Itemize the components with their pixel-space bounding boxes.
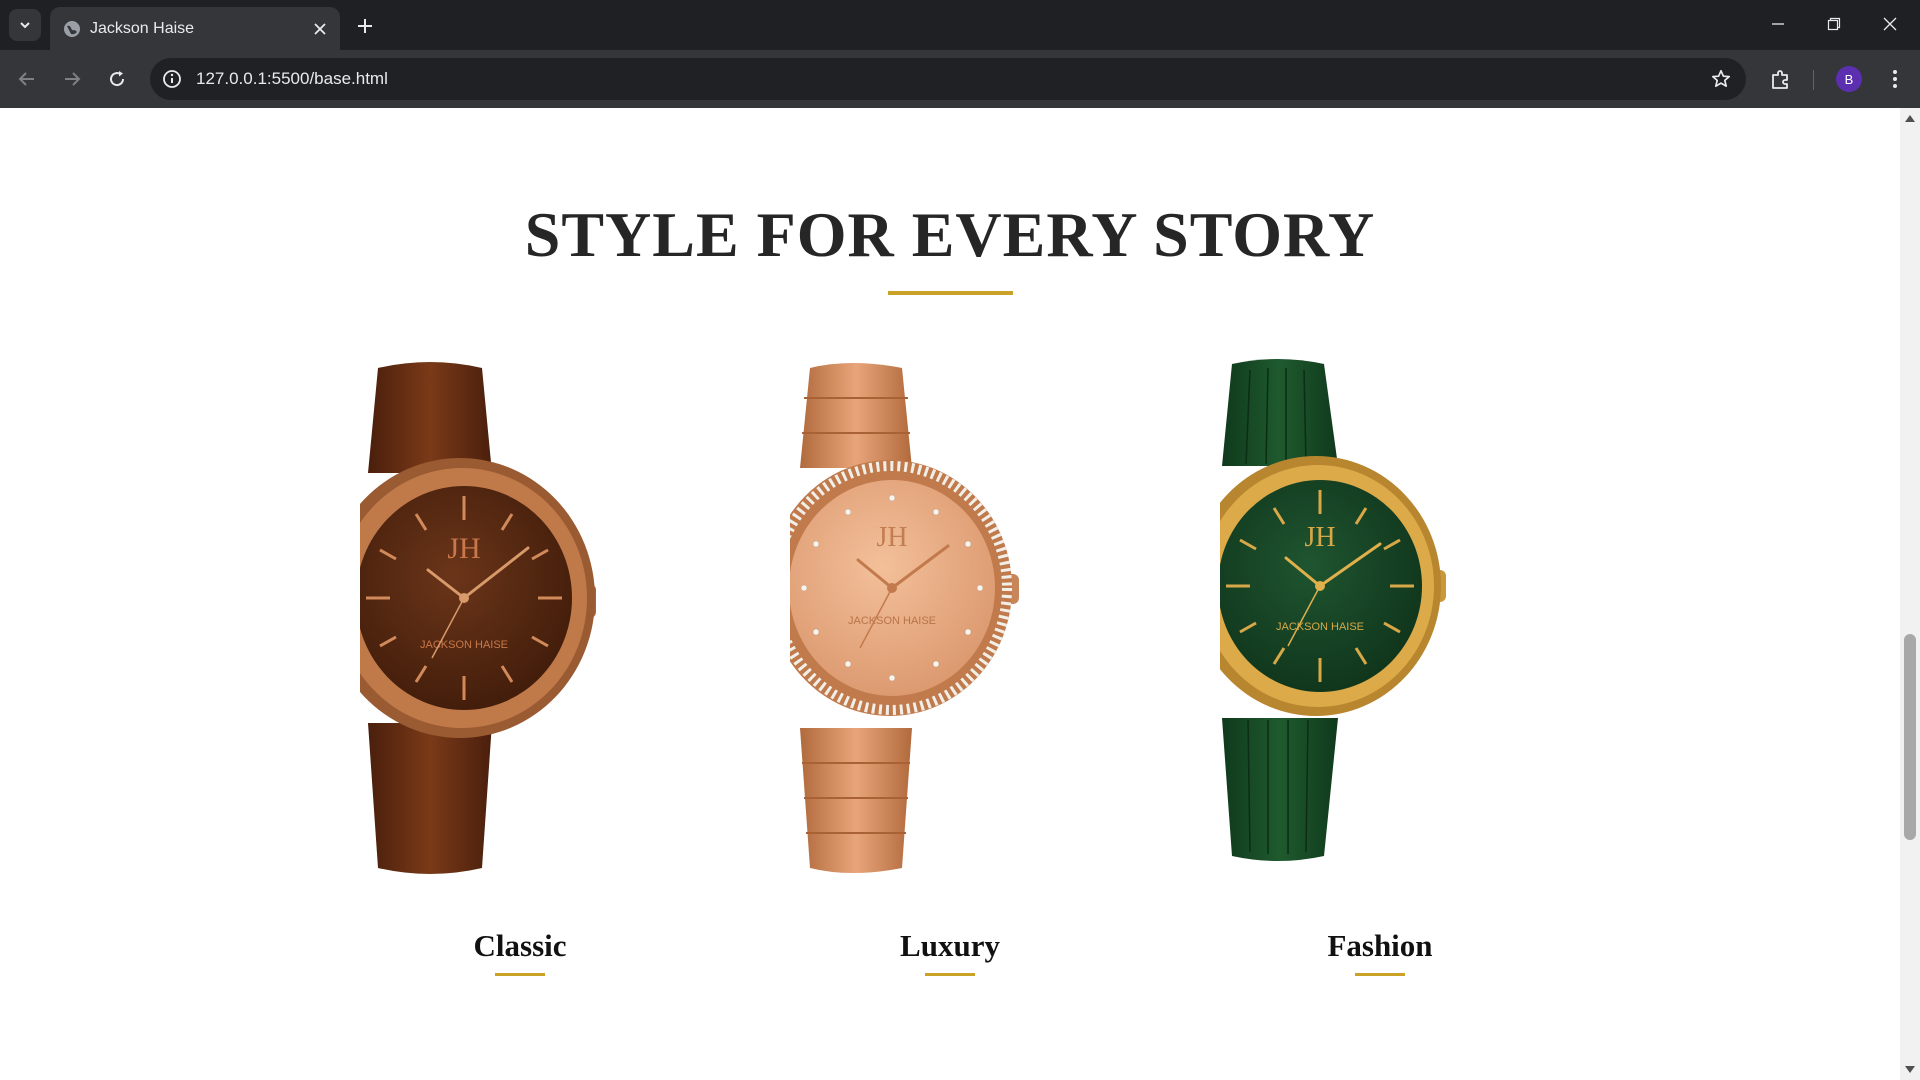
title-underline (888, 291, 1013, 295)
classic-watch-image[interactable]: JH JACKSON HAISE (360, 348, 680, 888)
scroll-down-arrow[interactable] (1905, 1066, 1915, 1073)
classic-dial-brand: JACKSON HAISE (420, 639, 508, 651)
puzzle-icon (1772, 70, 1788, 89)
arrow-right-icon (65, 72, 81, 86)
reload-icon (110, 71, 125, 87)
collection-card-luxury[interactable]: JH JACKSON HAISE Luxury (790, 348, 1110, 1080)
collection-label-fashion[interactable]: Fashion (1220, 928, 1540, 964)
browser-toolbar: 127.0.0.1:5500/base.html (0, 50, 1920, 108)
info-icon (163, 70, 181, 88)
tab-close-button[interactable] (310, 19, 330, 39)
close-window-button[interactable] (1862, 0, 1918, 48)
close-icon (1883, 17, 1897, 31)
collection-underline-luxury (925, 973, 975, 976)
bookmark-button[interactable] (1710, 68, 1732, 90)
forward-button[interactable] (57, 64, 87, 94)
toolbar-divider (1813, 70, 1814, 90)
tab-search-button[interactable] (9, 9, 41, 41)
luxury-dial-brand: JACKSON HAISE (848, 615, 936, 627)
scroll-up-arrow[interactable] (1905, 115, 1915, 122)
browser-menu-button[interactable] (1880, 64, 1910, 94)
star-icon (1711, 69, 1731, 88)
collection-underline-classic (495, 973, 545, 976)
restore-button[interactable] (1806, 0, 1862, 48)
profile-avatar[interactable]: B (1836, 66, 1862, 92)
classic-dial-logo: JH (447, 532, 480, 565)
tab-title: Jackson Haise (90, 20, 195, 37)
scrollbar-thumb[interactable] (1904, 634, 1916, 840)
fashion-dial-brand: JACKSON HAISE (1276, 621, 1364, 633)
section-title: STYLE FOR EVERY STORY (524, 199, 1376, 270)
new-tab-button[interactable] (352, 13, 378, 39)
collection-card-classic[interactable]: JH JACKSON HAISE Classic (360, 348, 680, 1080)
luxury-dial-logo: JH (876, 522, 907, 553)
close-icon (314, 23, 326, 35)
site-info-button[interactable] (161, 68, 183, 90)
kebab-menu-icon (1893, 70, 1897, 88)
fashion-dial-logo: JH (1304, 522, 1335, 553)
luxury-watch-image[interactable]: JH JACKSON HAISE (790, 348, 1110, 888)
collection-underline-fashion (1355, 973, 1405, 976)
reload-button[interactable] (102, 64, 132, 94)
arrow-left-icon (18, 72, 34, 86)
page-scrollbar[interactable] (1900, 108, 1920, 1080)
globe-icon (64, 21, 80, 37)
chevron-down-icon (20, 22, 30, 29)
fashion-watch-image[interactable]: JH JACKSON HAISE (1220, 348, 1540, 888)
plus-icon (358, 19, 372, 33)
minimize-icon (1772, 23, 1784, 25)
collection-label-luxury[interactable]: Luxury (790, 928, 1110, 964)
address-bar[interactable]: 127.0.0.1:5500/base.html (150, 58, 1746, 100)
extensions-button[interactable] (1766, 64, 1796, 94)
tab-strip: Jackson Haise (0, 0, 1920, 50)
collection-card-fashion[interactable]: JH JACKSON HAISE Fashion (1220, 348, 1540, 1080)
page-viewport: STYLE FOR EVERY STORY JH JACKSON HAISE C… (0, 108, 1900, 1080)
minimize-button[interactable] (1750, 0, 1806, 48)
collection-label-classic[interactable]: Classic (360, 928, 680, 964)
back-button[interactable] (12, 64, 42, 94)
browser-tab[interactable]: Jackson Haise (50, 7, 340, 50)
url-text: 127.0.0.1:5500/base.html (196, 69, 388, 88)
restore-icon (1827, 17, 1841, 31)
